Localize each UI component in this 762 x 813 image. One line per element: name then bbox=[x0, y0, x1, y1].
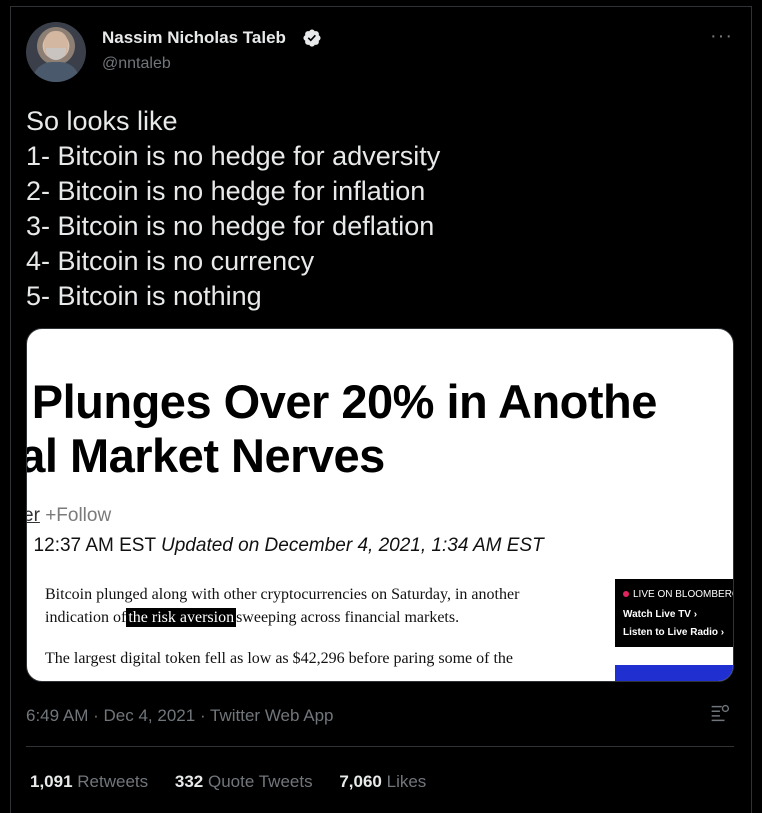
article-paragraph: Bitcoin plunged along with other cryptoc… bbox=[45, 583, 605, 629]
tweet-text: So looks like 1- Bitcoin is no hedge for… bbox=[26, 104, 726, 314]
tweet-date[interactable]: Dec 4, 2021 bbox=[104, 706, 196, 725]
likes-label: Likes bbox=[386, 772, 427, 791]
highlighted-text: the risk aversion bbox=[126, 608, 237, 627]
retweets-count: 1,091 bbox=[30, 772, 73, 791]
live-label: LIVE ON BLOOMBERG bbox=[633, 589, 734, 600]
byline-author: er bbox=[27, 505, 40, 526]
live-dot-icon bbox=[623, 591, 629, 598]
tweet-stats: 1,091 Retweets 332 Quote Tweets 7,060 Li… bbox=[30, 772, 448, 792]
tweet-source[interactable]: Twitter Web App bbox=[210, 706, 333, 725]
article-headline: n Plunges Over 20% in Anothe bal Market … bbox=[26, 375, 657, 483]
quote-tweets-stat[interactable]: 332 Quote Tweets bbox=[175, 772, 313, 791]
listen-radio-link: Listen to Live Radio › bbox=[623, 627, 724, 638]
verified-badge-icon bbox=[303, 29, 321, 47]
avatar-beard bbox=[46, 48, 66, 60]
tweet-line: 3- Bitcoin is no hedge for deflation bbox=[26, 211, 435, 241]
tweet-meta: 6:49 AM · Dec 4, 2021 · Twitter Web App bbox=[26, 706, 334, 726]
likes-count: 7,060 bbox=[339, 772, 382, 791]
tweet-line: 5- Bitcoin is nothing bbox=[26, 281, 262, 311]
tweet-image[interactable]: n Plunges Over 20% in Anothe bal Market … bbox=[26, 328, 734, 682]
headline-line: bal Market Nerves bbox=[26, 429, 385, 482]
author-handle[interactable]: @nntaleb bbox=[102, 55, 171, 73]
article-paragraph: The largest digital token fell as low as… bbox=[45, 647, 605, 670]
blue-banner bbox=[615, 665, 733, 681]
tweet-line: So looks like bbox=[26, 106, 178, 136]
tweet-line: 4- Bitcoin is no currency bbox=[26, 246, 315, 276]
avatar-shirt bbox=[32, 62, 80, 82]
headline-line: n Plunges Over 20% in Anothe bbox=[26, 375, 657, 428]
more-horizontal-icon[interactable]: ··· bbox=[710, 26, 733, 46]
byline-follow: +Follow bbox=[45, 505, 112, 526]
likes-stat[interactable]: 7,060 Likes bbox=[339, 772, 426, 791]
analytics-icon[interactable] bbox=[708, 703, 730, 725]
watch-live-link: Watch Live TV › bbox=[623, 609, 697, 620]
tweet-time[interactable]: 6:49 AM bbox=[26, 706, 88, 725]
live-label-row: LIVE ON BLOOMBERG bbox=[623, 589, 734, 600]
chevron-right-icon: › bbox=[693, 609, 698, 620]
quote-tweets-count: 332 bbox=[174, 772, 204, 791]
article-dateline: , 12:37 AM EST Updated on December 4, 20… bbox=[26, 535, 544, 557]
tweet-line: 2- Bitcoin is no hedge for inflation bbox=[26, 176, 426, 206]
watch-live-label: Watch Live TV bbox=[623, 609, 691, 620]
para-text: indication of bbox=[45, 609, 127, 626]
divider bbox=[26, 746, 734, 747]
para-line: Bitcoin plunged along with other cryptoc… bbox=[45, 586, 520, 603]
retweets-stat[interactable]: 1,091 Retweets bbox=[30, 772, 148, 791]
article-byline: er +Follow bbox=[27, 505, 112, 527]
quote-tweets-label: Quote Tweets bbox=[208, 772, 313, 791]
dateline-published: , 12:37 AM EST bbox=[26, 535, 156, 556]
author-name[interactable]: Nassim Nicholas Taleb bbox=[102, 28, 286, 48]
para-text: sweeping across financial markets. bbox=[236, 609, 460, 626]
avatar[interactable] bbox=[26, 22, 86, 82]
tweet-line: 1- Bitcoin is no hedge for adversity bbox=[26, 141, 441, 171]
meta-separator: · bbox=[93, 706, 99, 725]
retweets-label: Retweets bbox=[77, 772, 149, 791]
listen-radio-label: Listen to Live Radio bbox=[623, 627, 719, 638]
live-panel: LIVE ON BLOOMBERG Watch Live TV › Listen… bbox=[615, 579, 734, 647]
chevron-right-icon: › bbox=[720, 627, 725, 638]
article-body: Bitcoin plunged along with other cryptoc… bbox=[45, 583, 605, 681]
para-line: The largest digital token fell as low as… bbox=[45, 650, 514, 667]
meta-separator: · bbox=[199, 706, 206, 725]
dateline-updated: Updated on December 4, 2021, 1:34 AM EST bbox=[161, 535, 544, 556]
